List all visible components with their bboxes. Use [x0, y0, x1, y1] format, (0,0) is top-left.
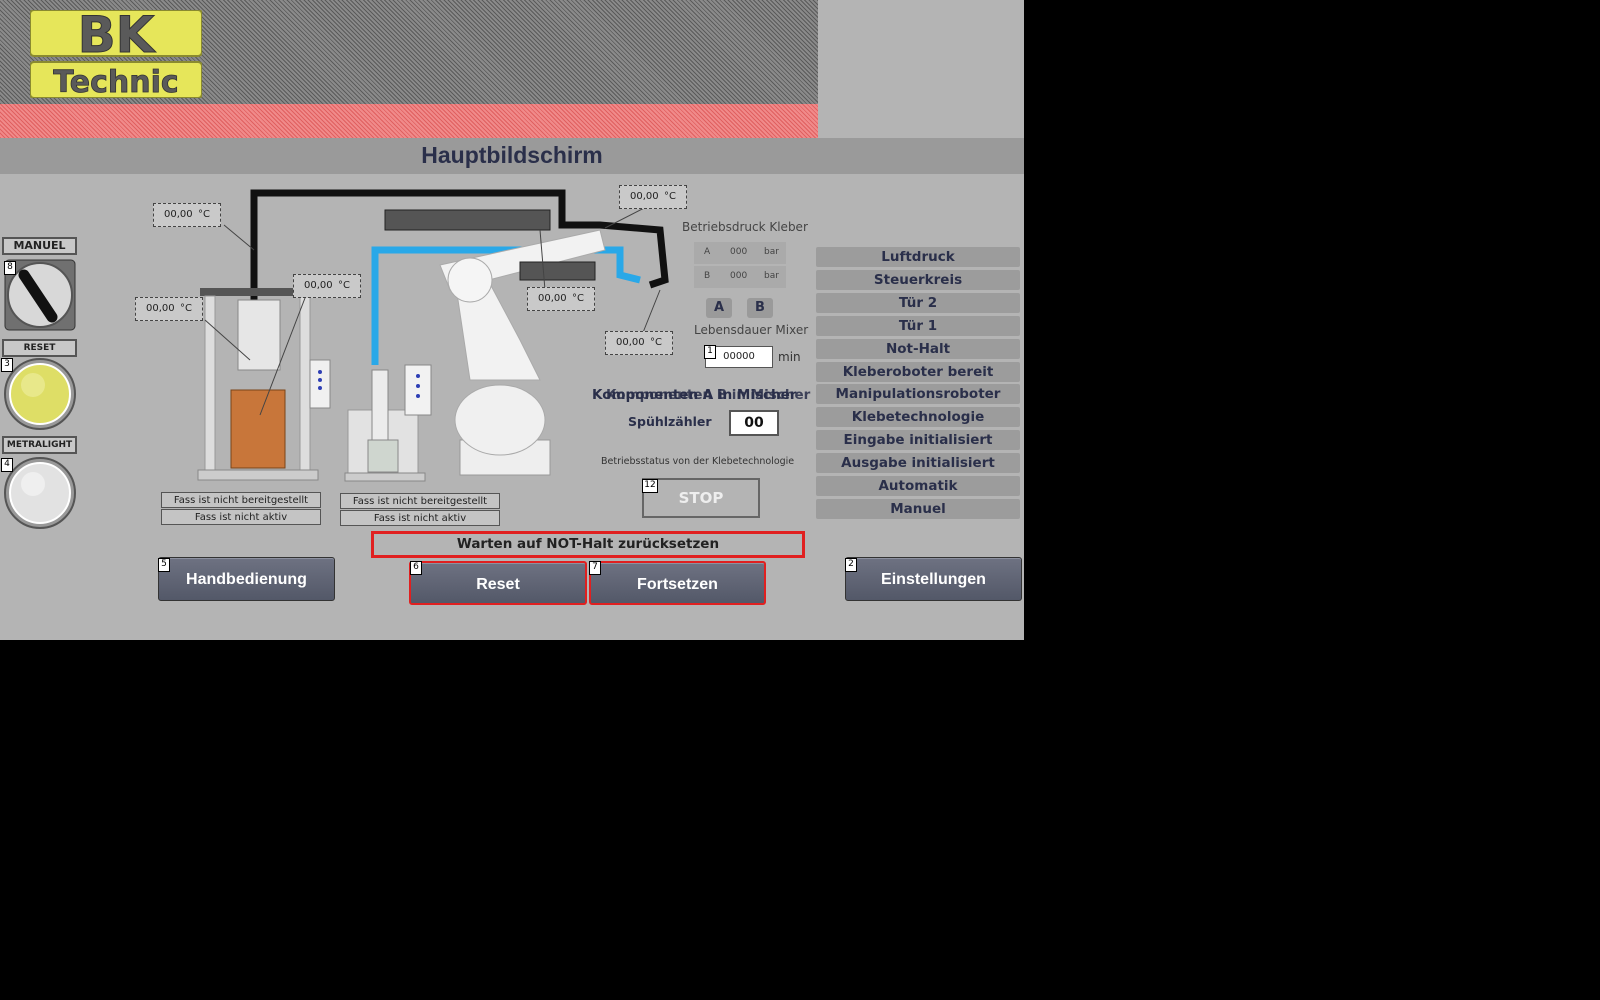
reset-button[interactable]: Reset [409, 561, 587, 605]
temperature-display-2: 00,00 °C [135, 297, 203, 321]
reset-lamp-button[interactable] [3, 357, 77, 431]
barrel-right-status-ready: Fass ist nicht bereitgestellt [340, 493, 500, 509]
title-bar: Hauptbildschirm [0, 138, 1024, 174]
temperature-value: 00,00 [146, 303, 175, 314]
temperature-unit: °C [572, 293, 584, 304]
pressure-label: A [704, 247, 711, 257]
pressure-row-a: A 000 bar [694, 242, 786, 264]
temperature-display-5: 00,00 °C [619, 185, 687, 209]
page-title: Hauptbildschirm [421, 142, 603, 168]
hmi-screen: BK Technic Hauptbildschirm 00,00 °C 00,0… [0, 0, 1024, 640]
temperature-display-4: 00,00 °C [527, 287, 595, 311]
temperature-value: 00,00 [630, 191, 659, 202]
mixer-lifetime-unit: min [778, 350, 801, 364]
status-item-tur-2: Tür 2 [816, 292, 1020, 313]
component-b-button[interactable]: B [747, 298, 773, 318]
temperature-display-3: 00,00 °C [293, 274, 361, 298]
temperature-unit: °C [198, 209, 210, 220]
operation-status-title: Betriebsstatus von der Klebetechnologie [601, 456, 795, 467]
operation-state-number: 12 [642, 479, 658, 493]
temperature-display-6: 00,00 °C [605, 331, 673, 355]
temperature-value: 00,00 [164, 209, 193, 220]
component-a-button[interactable]: A [706, 298, 732, 318]
pressure-row-b: B 000 bar [694, 266, 786, 288]
barrel-left-status-active: Fass ist nicht aktiv [161, 509, 321, 525]
status-item-kleberoboter-bereit: Kleberoboter bereit [816, 361, 1020, 382]
temperature-unit: °C [338, 280, 350, 291]
manual-operation-number: 5 [158, 558, 170, 572]
continue-button-number: 7 [589, 561, 601, 575]
metralight-lamp-number: 4 [1, 458, 13, 472]
temperature-unit: °C [650, 337, 662, 348]
flush-counter-value: 00 [729, 410, 779, 436]
header-red-stripe [0, 104, 818, 138]
pump-station-left [197, 288, 331, 481]
pressure-unit: bar [764, 271, 779, 281]
flush-counter-label: Spühlzähler [628, 414, 712, 429]
component-b-in-mixer-text: Komponenten B in Mischer [606, 387, 811, 403]
logo-bottom-text: Technic [53, 65, 178, 98]
settings-button[interactable]: Einstellungen [845, 557, 1022, 601]
settings-button-number: 2 [845, 558, 857, 572]
metralight-label: METRALIGHT [2, 436, 77, 454]
manual-operation-button[interactable]: Handbedienung [158, 557, 335, 601]
bk-technic-logo: BK Technic [30, 10, 202, 98]
status-item-steuerkreis: Steuerkreis [816, 269, 1020, 290]
status-item-automatik: Automatik [816, 476, 1020, 496]
status-item-ausgabe-initialisiert: Ausgabe initialisiert [816, 453, 1020, 474]
status-item-not-halt: Not-Halt [816, 338, 1020, 359]
pressure-label: B [704, 271, 711, 281]
status-item-eingabe-initialisiert: Eingabe initialisiert [816, 430, 1020, 451]
temperature-unit: °C [664, 191, 676, 202]
pressure-value: 000 [730, 271, 748, 281]
status-item-tur-1: Tür 1 [816, 315, 1020, 336]
pump-station-right [344, 364, 432, 482]
mixer-lifetime-title: Lebensdauer Mixer [694, 323, 809, 337]
pressure-unit: bar [764, 247, 779, 257]
barrel-right-status-active: Fass ist nicht aktiv [340, 510, 500, 526]
alert-message: Warten auf NOT-Halt zurücksetzen [371, 531, 805, 558]
temperature-display-1: 00,00 °C [153, 203, 221, 227]
status-item-manipulationsroboter-bereit: Manipulationsroboter bereit [816, 384, 1020, 422]
pressure-value: 000 [730, 247, 748, 257]
status-item-luftdruck: Luftdruck [816, 247, 1020, 267]
reset-lamp-number: 3 [1, 358, 13, 372]
status-item-manuel: Manuel [816, 498, 1020, 519]
mode-switch-number: 8 [4, 261, 16, 275]
pressure-title: Betriebsdruck Kleber [682, 220, 808, 234]
logo-top-text: BK [78, 10, 157, 64]
status-item-klebetechnologie: Klebetechnologie [816, 407, 1020, 428]
mode-label: MANUEL [2, 237, 77, 255]
reset-button-number: 6 [410, 561, 422, 575]
reset-label: RESET [2, 339, 77, 357]
continue-button[interactable]: Fortsetzen [589, 561, 766, 605]
temperature-value: 00,00 [304, 280, 333, 291]
mixer-lifetime-number: 1 [704, 345, 716, 359]
operation-state-display: STOP [642, 478, 760, 518]
metralight-lamp-button[interactable] [3, 456, 77, 530]
temperature-unit: °C [180, 303, 192, 314]
barrel-left-status-ready: Fass ist nicht bereitgestellt [161, 492, 321, 508]
temperature-value: 00,00 [538, 293, 567, 304]
temperature-value: 00,00 [616, 337, 645, 348]
